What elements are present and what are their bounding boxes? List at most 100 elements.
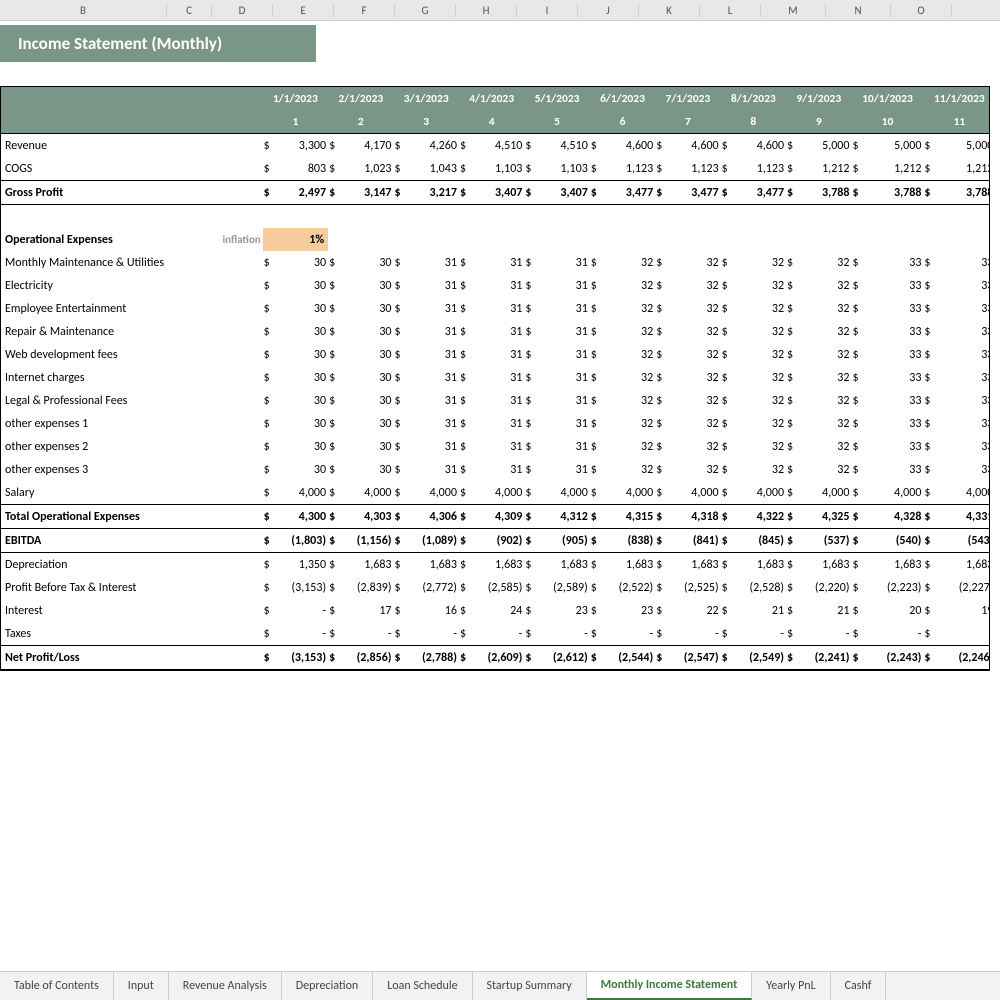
cell[interactable]: 4,000 [601,481,656,505]
cell[interactable]: - [274,599,329,622]
cell[interactable]: 33 [865,435,924,458]
row-taxes[interactable]: Taxes$-$-$-$-$-$-$-$-$-$-$-$- [1,622,990,646]
cell[interactable]: 4,322 [732,505,787,529]
cell[interactable]: 3,407 [470,181,525,205]
cell[interactable]: 31 [404,320,459,343]
col-N[interactable]: N [826,4,891,17]
cell[interactable]: 32 [732,366,787,389]
cell[interactable]: 32 [732,320,787,343]
cell[interactable]: (1,156) [339,529,394,553]
cell[interactable]: 32 [797,366,852,389]
cell[interactable]: - [470,622,525,646]
cell[interactable]: 4,331 [937,505,991,529]
cell[interactable]: 32 [666,458,721,481]
cell[interactable]: (2,839) [339,576,394,599]
cell[interactable]: 32 [732,274,787,297]
cell[interactable]: 32 [601,389,656,412]
cell[interactable]: 4,170 [339,134,394,158]
tab-depreciation[interactable]: Depreciation [282,972,373,1000]
col-G[interactable]: G [395,4,456,17]
cell[interactable]: 31 [404,297,459,320]
cell[interactable]: - [601,622,656,646]
cell[interactable]: (905) [535,529,590,553]
cell[interactable]: 30 [274,343,329,366]
cell[interactable]: 4,000 [865,481,924,505]
cell[interactable]: (3,153) [274,646,329,670]
cell[interactable]: 23 [601,599,656,622]
row-web[interactable]: Web development fees$30$30$31$31$31$32$3… [1,343,990,366]
cell[interactable]: 3,407 [535,181,590,205]
cell[interactable]: 32 [732,251,787,274]
cell[interactable]: 31 [404,343,459,366]
cell[interactable]: - [865,622,924,646]
cell[interactable]: (2,547) [666,646,721,670]
cell[interactable]: 803 [274,157,329,181]
row-interest[interactable]: Interest$-$17$16$24$23$23$22$21$21$20$19… [1,599,990,622]
cell[interactable]: 4,000 [937,481,991,505]
cell[interactable]: 33 [865,320,924,343]
cell[interactable]: 33 [937,251,991,274]
tab-monthly-income-statement[interactable]: Monthly Income Statement [587,972,753,1000]
cell[interactable]: 32 [797,274,852,297]
cell[interactable]: 31 [535,297,590,320]
cell[interactable]: 4,000 [666,481,721,505]
cell[interactable]: 22 [666,599,721,622]
cell[interactable]: 30 [274,320,329,343]
cell[interactable]: 31 [470,458,525,481]
row-pbti[interactable]: Profit Before Tax & Interest$(3,153)$(2,… [1,576,990,599]
cell[interactable]: 1,683 [470,553,525,577]
cell[interactable]: 31 [470,343,525,366]
cell[interactable]: 32 [666,251,721,274]
cell[interactable]: 33 [937,389,991,412]
cell[interactable]: 30 [274,412,329,435]
cell[interactable]: 19 [937,599,991,622]
cell[interactable]: 32 [666,320,721,343]
cell[interactable]: 31 [470,320,525,343]
row-elec[interactable]: Electricity$30$30$31$31$31$32$32$32$32$3… [1,274,990,297]
row-dep[interactable]: Depreciation$1,350$1,683$1,683$1,683$1,6… [1,553,990,577]
row-oth1[interactable]: other expenses 1$30$30$31$31$31$32$32$32… [1,412,990,435]
cell[interactable]: 17 [339,599,394,622]
cell[interactable]: 33 [865,412,924,435]
cell[interactable]: (2,227) [937,576,991,599]
cell[interactable]: 31 [404,251,459,274]
cell[interactable]: 31 [404,412,459,435]
cell[interactable]: 31 [470,274,525,297]
cell[interactable]: 31 [404,458,459,481]
cell[interactable]: 4,306 [404,505,459,529]
cell[interactable]: 1,683 [535,553,590,577]
tab-cashf[interactable]: Cashf [831,972,887,1000]
cell[interactable]: (841) [666,529,721,553]
cell[interactable]: 1,123 [732,157,787,181]
cell[interactable]: 33 [865,274,924,297]
cell[interactable]: 1,023 [339,157,394,181]
col-B[interactable]: B [0,4,167,17]
cell[interactable]: 32 [601,343,656,366]
cell[interactable]: 32 [601,435,656,458]
cell[interactable]: 30 [339,435,394,458]
cell[interactable]: 33 [937,366,991,389]
cell[interactable]: 4,000 [404,481,459,505]
cell[interactable]: 31 [535,320,590,343]
cell[interactable]: 32 [601,274,656,297]
cell[interactable]: 4,600 [732,134,787,158]
cell[interactable]: - [274,622,329,646]
row-oth3[interactable]: other expenses 3$30$30$31$31$31$32$32$32… [1,458,990,481]
cell[interactable]: 31 [470,251,525,274]
cell[interactable]: 30 [339,297,394,320]
cell[interactable]: 21 [797,599,852,622]
cell[interactable]: 4,000 [732,481,787,505]
cell[interactable]: 20 [865,599,924,622]
cell[interactable]: 4,000 [797,481,852,505]
row-internet[interactable]: Internet charges$30$30$31$31$31$32$32$32… [1,366,990,389]
cell[interactable]: - [797,622,852,646]
cell[interactable]: 5,000 [865,134,924,158]
tab-input[interactable]: Input [114,972,169,1000]
cell[interactable]: 30 [274,251,329,274]
cell[interactable]: 31 [535,343,590,366]
cell[interactable]: 1,103 [470,157,525,181]
cell[interactable]: 31 [535,412,590,435]
income-statement-table[interactable]: 1/1/20232/1/20233/1/20234/1/20235/1/2023… [1,87,990,670]
cell[interactable]: (2,549) [732,646,787,670]
cell[interactable]: 32 [601,320,656,343]
